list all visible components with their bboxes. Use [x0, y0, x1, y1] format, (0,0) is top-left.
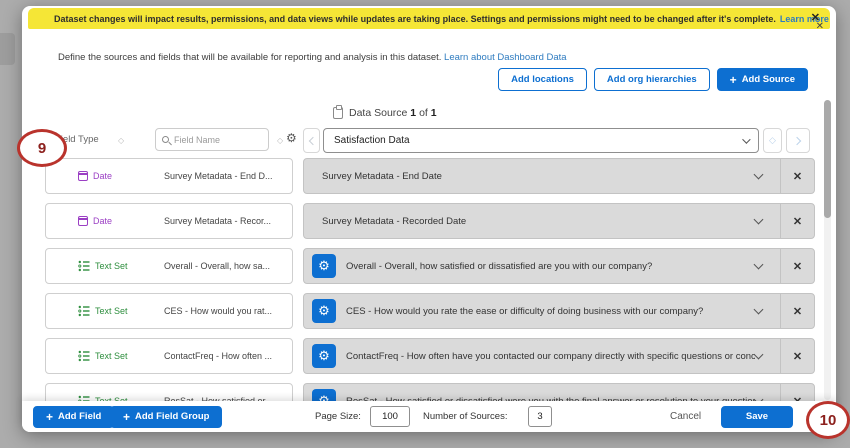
source-select-value: Satisfaction Data	[334, 135, 410, 146]
num-sources-input[interactable]	[528, 406, 552, 427]
field-name: ContactFreq - How often ...	[164, 351, 272, 361]
field-name: Survey Metadata - End D...	[164, 171, 273, 181]
source-sort-button[interactable]: ◇	[763, 128, 782, 153]
calendar-icon	[78, 216, 88, 226]
mapped-field-label: Survey Metadata - End Date	[312, 171, 755, 182]
gear-icon: ⚙	[318, 348, 330, 364]
chevron-down-icon[interactable]	[754, 350, 764, 360]
text-set-icon	[78, 260, 90, 272]
cancel-button[interactable]: Cancel	[670, 411, 701, 422]
field-settings-button[interactable]: ⚙	[312, 254, 336, 278]
source-select[interactable]: Satisfaction Data	[323, 128, 759, 153]
field-settings-gear-icon[interactable]: ⚙	[286, 131, 297, 145]
scrollbar-track[interactable]	[824, 100, 831, 400]
diamond-icon: ◇	[769, 135, 776, 146]
intro-text: Define the sources and fields that will …	[58, 52, 567, 63]
field-name-search-input[interactable]	[174, 135, 258, 145]
dialog-close-icon[interactable]: ✕	[816, 22, 824, 32]
prev-source-button[interactable]	[303, 128, 320, 153]
field-type: Date	[46, 216, 164, 226]
field-type: Text Set	[46, 350, 164, 362]
annotation-circle-10: 10	[806, 401, 850, 439]
next-source-button[interactable]	[786, 128, 810, 153]
remove-field-icon[interactable]: ✕	[781, 305, 814, 318]
field-card[interactable]: Text Set ContactFreq - How often ...	[45, 338, 293, 374]
mapped-field-label: ContactFreq - How often have you contact…	[346, 351, 755, 362]
field-type: Text Set	[46, 305, 164, 317]
sort-icon[interactable]: ◇	[277, 136, 283, 145]
text-set-icon	[78, 305, 90, 317]
remove-field-icon[interactable]: ✕	[781, 260, 814, 273]
field-type: Text Set	[46, 260, 164, 272]
calendar-icon	[78, 171, 88, 181]
mapped-field-row: Survey Metadata - Recorded Date ✕	[303, 203, 815, 239]
chevron-down-icon[interactable]	[754, 305, 764, 315]
text-set-icon	[78, 350, 90, 362]
chevron-down-icon[interactable]	[754, 260, 764, 270]
add-locations-button[interactable]: Add locations	[498, 68, 587, 91]
dashboard-data-link[interactable]: Learn about Dashboard Data	[444, 52, 567, 63]
sort-icon[interactable]: ◇	[118, 136, 124, 145]
scrollbar-thumb[interactable]	[824, 100, 831, 218]
page-size-input[interactable]	[370, 406, 410, 427]
field-name: Survey Metadata - Recor...	[164, 216, 271, 226]
intro-description: Define the sources and fields that will …	[58, 52, 441, 63]
remove-field-icon[interactable]: ✕	[781, 170, 814, 183]
field-name: Overall - Overall, how sa...	[164, 261, 270, 271]
data-source-counter: Data Source 1 of 1	[333, 107, 437, 119]
footer-bar: + Add Field + Add Field Group Page Size:…	[22, 401, 836, 432]
page-size-label: Page Size:	[315, 411, 361, 422]
chevron-down-icon[interactable]	[754, 170, 764, 180]
gear-icon: ⚙	[318, 303, 330, 319]
remove-field-icon[interactable]: ✕	[781, 350, 814, 363]
mapped-field-label: Survey Metadata - Recorded Date	[312, 216, 755, 227]
dataset-settings-dialog: Dataset changes will impact results, per…	[22, 6, 836, 432]
annotation-circle-9: 9	[17, 129, 67, 167]
mapped-field-label: Overall - Overall, how satisfied or diss…	[346, 261, 755, 272]
field-card[interactable]: Text Set Overall - Overall, how sa...	[45, 248, 293, 284]
field-type: Date	[46, 171, 164, 181]
gear-icon: ⚙	[318, 258, 330, 274]
search-icon	[162, 136, 169, 143]
banner-text: Dataset changes will impact results, per…	[54, 14, 776, 24]
chevron-down-icon[interactable]	[754, 215, 764, 225]
add-field-button[interactable]: + Add Field	[33, 406, 114, 428]
background-fragment	[0, 33, 15, 65]
field-settings-button[interactable]: ⚙	[312, 299, 336, 323]
plus-icon: +	[46, 411, 53, 423]
mapped-field-row: Survey Metadata - End Date ✕	[303, 158, 815, 194]
num-sources-label: Number of Sources:	[423, 411, 507, 422]
field-name: CES - How would you rat...	[164, 306, 272, 316]
mapped-field-label: CES - How would you rate the ease or dif…	[346, 306, 755, 317]
field-card[interactable]: Date Survey Metadata - End D...	[45, 158, 293, 194]
field-settings-button[interactable]: ⚙	[312, 344, 336, 368]
field-name-search[interactable]	[155, 128, 269, 151]
field-card[interactable]: Text Set CES - How would you rat...	[45, 293, 293, 329]
save-button[interactable]: Save	[721, 406, 793, 428]
dataset-warning-banner: Dataset changes will impact results, per…	[28, 8, 830, 29]
toolbar: Add locations Add org hierarchies + Add …	[498, 68, 808, 91]
chevron-right-icon	[793, 136, 801, 144]
mapped-field-row: ⚙ Overall - Overall, how satisfied or di…	[303, 248, 815, 284]
field-card[interactable]: Date Survey Metadata - Recor...	[45, 203, 293, 239]
chevron-left-icon	[308, 136, 316, 144]
add-field-group-button[interactable]: + Add Field Group	[110, 406, 222, 428]
plus-icon: +	[730, 74, 737, 86]
mapped-field-row: ⚙ CES - How would you rate the ease or d…	[303, 293, 815, 329]
add-source-button[interactable]: + Add Source	[717, 68, 808, 91]
clipboard-icon	[333, 107, 343, 119]
mapped-field-row: ⚙ ContactFreq - How often have you conta…	[303, 338, 815, 374]
add-org-hierarchies-button[interactable]: Add org hierarchies	[594, 68, 710, 91]
remove-field-icon[interactable]: ✕	[781, 215, 814, 228]
chevron-down-icon	[742, 135, 750, 143]
plus-icon: +	[123, 411, 130, 423]
